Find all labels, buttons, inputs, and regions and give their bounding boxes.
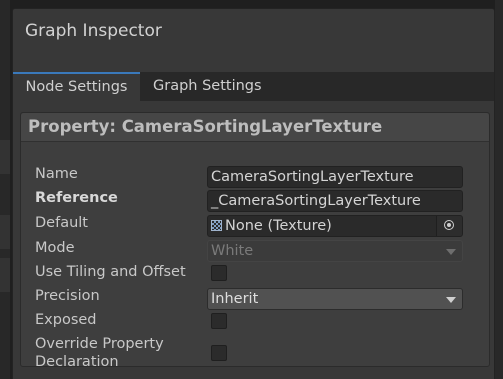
override-label-line2: Declaration <box>35 354 119 370</box>
chevron-down-icon <box>446 297 456 303</box>
mode-label: Mode <box>35 240 75 256</box>
mode-dropdown: White <box>207 240 463 262</box>
texture-icon <box>211 220 222 231</box>
reference-field[interactable]: _CameraSortingLayerTexture <box>207 190 463 212</box>
tab-node-settings[interactable]: Node Settings <box>13 72 140 101</box>
exposed-checkbox[interactable] <box>211 313 227 329</box>
graph-inspector-window: Graph Inspector Node Settings Graph Sett… <box>12 8 495 379</box>
background-element <box>0 258 10 292</box>
background-left-strip <box>0 0 10 379</box>
background-right-strip <box>495 0 503 379</box>
tiling-label: Use Tiling and Offset <box>35 264 186 280</box>
property-header[interactable]: Property: CameraSortingLayerTexture <box>21 113 489 142</box>
precision-value: Inherit <box>211 291 259 307</box>
tab-graph-settings[interactable]: Graph Settings <box>153 72 273 101</box>
window-title[interactable]: Graph Inspector <box>25 21 162 41</box>
name-field[interactable]: CameraSortingLayerTexture <box>207 166 463 188</box>
override-label: Override Property Declaration <box>35 335 164 371</box>
property-panel: Property: CameraSortingLayerTexture Name… <box>20 112 490 370</box>
mode-value: White <box>211 243 254 259</box>
default-texture-value: None (Texture) <box>225 218 332 234</box>
override-label-line1: Override Property <box>35 336 164 352</box>
background-element <box>0 140 10 174</box>
exposed-label: Exposed <box>35 312 97 328</box>
precision-dropdown[interactable]: Inherit <box>207 288 463 310</box>
precision-label: Precision <box>35 288 100 304</box>
object-picker-button[interactable] <box>436 216 462 236</box>
override-checkbox[interactable] <box>211 345 227 361</box>
tiling-checkbox[interactable] <box>211 265 227 281</box>
reference-label: Reference <box>35 190 118 206</box>
target-icon-dot <box>447 223 451 227</box>
name-label: Name <box>35 166 78 182</box>
default-texture-field[interactable]: None (Texture) <box>207 215 463 237</box>
property-title: Property: CameraSortingLayerTexture <box>28 117 383 136</box>
chevron-down-icon <box>446 249 456 255</box>
default-label: Default <box>35 215 88 231</box>
background-element <box>0 215 10 249</box>
tab-bar: Node Settings Graph Settings <box>13 72 494 101</box>
